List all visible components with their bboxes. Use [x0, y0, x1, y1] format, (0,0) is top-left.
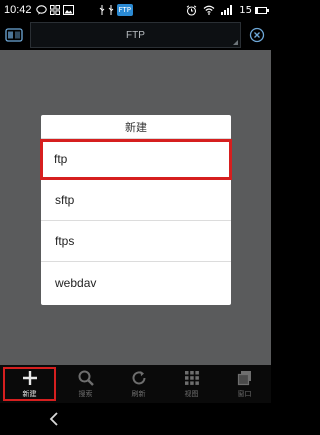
battery-fill: [256, 7, 258, 13]
wifi-icon: [203, 4, 215, 16]
plus-icon: [22, 371, 37, 385]
search-button-label: 搜索: [78, 390, 93, 398]
bottom-toolbar: 新建 搜索 刷新 视图 窗口: [0, 365, 271, 403]
option-sftp[interactable]: sftp: [41, 180, 231, 221]
close-icon: [249, 27, 265, 43]
close-button[interactable]: [243, 20, 271, 50]
grid-icon: [49, 4, 60, 16]
battery-icon: [255, 6, 269, 14]
option-webdav[interactable]: webdav: [41, 262, 231, 303]
system-nav-bar: [0, 403, 271, 435]
page-title: FTP: [126, 29, 145, 41]
back-icon: [49, 412, 58, 426]
status-bar: 10:42 FTP 15: [0, 0, 271, 20]
search-button[interactable]: 搜索: [59, 365, 112, 403]
view-button-label: 视图: [184, 390, 199, 398]
back-button[interactable]: [44, 409, 64, 429]
window-button[interactable]: 窗口: [218, 365, 271, 403]
dialog-title: 新建: [41, 115, 231, 139]
ftp-status-badge: FTP: [116, 4, 133, 16]
window-button-label: 窗口: [237, 390, 252, 398]
search-icon: [78, 370, 94, 386]
option-ftp[interactable]: ftp: [40, 139, 232, 180]
alarm-icon: [186, 4, 197, 16]
refresh-icon: [132, 371, 145, 385]
app-title-bar: FTP: [0, 20, 271, 50]
status-right-group: 15: [186, 4, 269, 16]
phone-screen: 10:42 FTP 15 FTP 新建 ftp sftp ftps webdav…: [0, 0, 271, 435]
title-box[interactable]: FTP: [30, 22, 241, 48]
option-ftps[interactable]: ftps: [41, 221, 231, 262]
server-button[interactable]: [0, 20, 28, 50]
battery-level-text: 15: [239, 4, 252, 16]
server-icon: [5, 28, 23, 42]
status-time: 10:42: [4, 4, 32, 16]
refresh-button[interactable]: 刷新: [112, 365, 165, 403]
usb-icon-2: [108, 4, 114, 16]
window-icon: [237, 371, 251, 386]
new-button-label: 新建: [22, 390, 37, 398]
usb-icon: [99, 4, 105, 16]
signal-icon: [221, 4, 233, 16]
message-icon: [35, 4, 47, 16]
new-connection-dialog: 新建 ftp sftp ftps webdav: [40, 115, 232, 305]
view-button[interactable]: 视图: [165, 365, 218, 403]
grid-view-icon: [184, 371, 199, 385]
image-icon: [62, 4, 74, 16]
refresh-button-label: 刷新: [131, 390, 146, 398]
new-button[interactable]: 新建: [3, 367, 56, 401]
dropdown-corner-icon: [233, 40, 238, 45]
